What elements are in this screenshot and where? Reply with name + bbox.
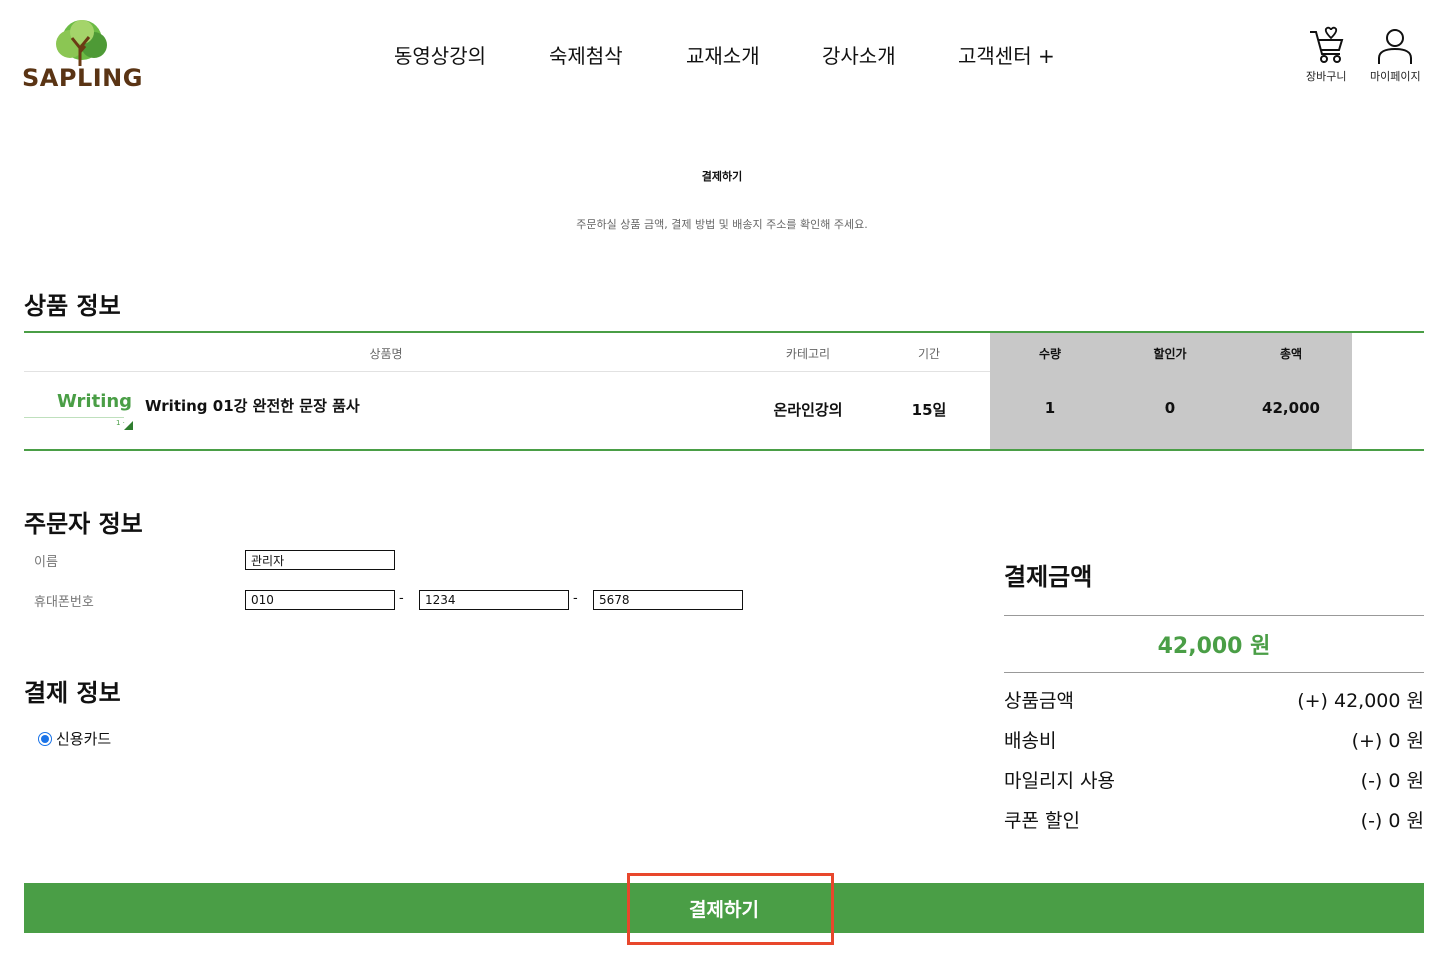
product-period: 15일 — [911, 401, 947, 419]
product-total: 42,000 — [1262, 399, 1320, 417]
summary-title: 결제금액 — [1004, 563, 1093, 591]
nav-homework-correction[interactable]: 숙제첨삭 — [549, 40, 623, 69]
payment-info-heading: 결제 정보 — [24, 679, 121, 707]
user-icon — [1378, 29, 1413, 64]
summary-total: 42,000 원 — [1157, 634, 1271, 659]
product-info-heading: 상품 정보 — [24, 292, 121, 320]
phone-input-2[interactable] — [419, 590, 569, 610]
header-divider — [24, 371, 990, 372]
col-discount: 할인가 — [1153, 347, 1187, 361]
payment-method-label: 신용카드 — [56, 730, 112, 748]
radio-selected-icon[interactable] — [38, 731, 52, 746]
phone-input-3[interactable] — [593, 590, 743, 610]
thumbnail-underline — [24, 417, 124, 418]
nav-video-lectures[interactable]: 동영상강의 — [394, 40, 486, 69]
summary-label: 쿠폰 할인 — [1004, 810, 1080, 832]
phone-input-1[interactable] — [245, 590, 395, 610]
product-name: Writing 01강 완전한 문장 품사 — [145, 397, 360, 415]
col-period: 기간 — [917, 347, 941, 361]
product-thumbnail: Writing 1 · — [24, 385, 134, 433]
sapling-logo[interactable]: SAPLING — [22, 18, 143, 96]
col-product-name: 상품명 — [369, 347, 403, 361]
pay-button-label: 결제하기 — [689, 898, 759, 921]
nav-customer-center[interactable]: 고객센터 + — [958, 40, 1055, 69]
summary-divider-top — [1004, 615, 1424, 616]
summary-value: (-) 0 원 — [1360, 770, 1424, 792]
orderer-info-heading: 주문자 정보 — [24, 510, 143, 538]
phone-separator-1: - — [399, 591, 404, 606]
summary-label: 배송비 — [1004, 730, 1057, 752]
name-label: 이름 — [34, 555, 58, 570]
summary-label: 마일리지 사용 — [1004, 770, 1115, 792]
nav-instructors[interactable]: 강사소개 — [822, 40, 896, 69]
cart-label: 장바구니 — [1306, 70, 1347, 83]
thumbnail-label: Writing — [57, 391, 133, 412]
product-discount: 0 — [1164, 399, 1176, 417]
logo-text: SAPLING — [22, 64, 143, 92]
summary-label: 상품금액 — [1004, 690, 1074, 712]
tree-icon — [56, 20, 107, 66]
pay-button[interactable]: 결제하기 — [24, 883, 1424, 933]
mypage-link[interactable]: 마이페이지 — [1370, 26, 1421, 84]
product-quantity: 1 — [1044, 399, 1056, 417]
phone-label: 휴대폰번호 — [34, 595, 94, 610]
mypage-label: 마이페이지 — [1370, 70, 1421, 83]
product-category: 온라인강의 — [773, 401, 843, 419]
thumbnail-corner-icon — [124, 421, 133, 430]
page-title: 결제하기 — [701, 170, 743, 183]
phone-separator-2: - — [573, 591, 578, 606]
summary-value: (+) 42,000 원 — [1297, 690, 1424, 712]
summary-value: (+) 0 원 — [1351, 730, 1424, 752]
name-input[interactable] — [245, 550, 395, 570]
cart-link[interactable]: 장바구니 — [1306, 26, 1346, 84]
payment-method-credit-card[interactable]: 신용카드 — [38, 728, 111, 749]
summary-divider-bottom — [1004, 672, 1424, 673]
nav-textbooks[interactable]: 교재소개 — [686, 40, 760, 69]
product-table: 상품명 카테고리 기간 수량 할인가 총액 Writing 1 · Writin… — [24, 331, 1424, 451]
col-category: 카테고리 — [785, 347, 831, 361]
page-subtitle: 주문하실 상품 금액, 결제 방법 및 배송지 주소를 확인해 주세요. — [576, 218, 868, 231]
col-quantity: 수량 — [1038, 347, 1062, 361]
cart-heart-icon — [1310, 26, 1344, 63]
col-total: 총액 — [1279, 347, 1303, 361]
summary-value: (-) 0 원 — [1360, 810, 1424, 832]
